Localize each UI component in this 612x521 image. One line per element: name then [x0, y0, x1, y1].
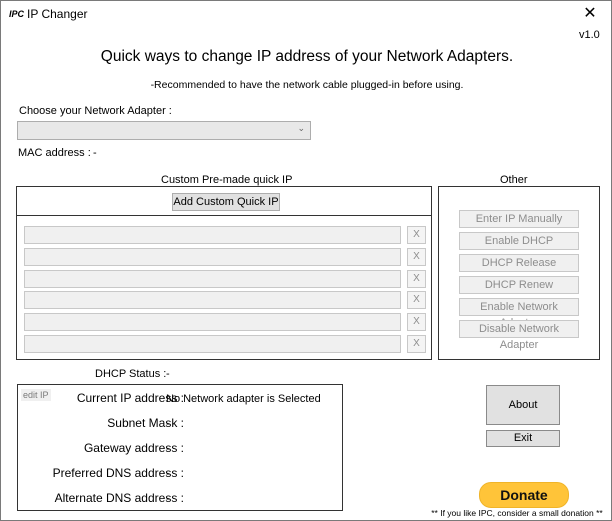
about-button[interactable]: About [486, 385, 560, 425]
quick-ip-slot-6[interactable] [24, 335, 401, 353]
exit-button[interactable]: Exit [486, 430, 560, 447]
disable-network-adapter-button[interactable]: Disable Network Adapter [459, 320, 579, 351]
dhcp-status-label: DHCP Status : [95, 368, 167, 380]
adapter-label: Choose your Network Adapter : [19, 105, 172, 117]
app-logo: IPC [9, 9, 25, 19]
subnet-mask-value: - [166, 418, 170, 430]
subnet-mask-label: Subnet Mask : [107, 416, 184, 430]
preferred-dns-label: Preferred DNS address : [52, 466, 184, 480]
remove-quick-ip-2-button[interactable]: X [407, 248, 426, 266]
remove-quick-ip-3-button[interactable]: X [407, 270, 426, 288]
alternate-dns-label: Alternate DNS address : [54, 491, 184, 505]
version-label: v1.0 [579, 29, 600, 41]
enable-network-adapter-button[interactable]: Enable Network Adapter [459, 298, 579, 329]
window-title: IP Changer [27, 7, 88, 21]
preferred-dns-value: - [166, 468, 170, 480]
remove-quick-ip-1-button[interactable]: X [407, 226, 426, 244]
page-heading: Quick ways to change IP address of your … [100, 48, 514, 65]
close-icon: ✕ [583, 5, 597, 22]
page-subheading: -Recommended to have the network cable p… [150, 79, 464, 91]
chevron-down-icon: ⌄ [297, 123, 305, 133]
quick-ip-list: X X X X X X [16, 215, 432, 360]
donate-note: ** If you like IPC, consider a small don… [431, 508, 603, 518]
dhcp-status-value: - [166, 368, 170, 380]
current-ip-value: No Network adapter is Selected [166, 393, 321, 405]
dhcp-release-button[interactable]: DHCP Release [459, 254, 579, 272]
other-group: Enter IP Manually Enable DHCP DHCP Relea… [438, 186, 600, 360]
close-button[interactable]: ✕ [575, 3, 605, 25]
add-custom-quick-ip-button[interactable]: Add Custom Quick IP [172, 193, 280, 211]
other-title: Other [500, 174, 528, 186]
quick-ip-header: Add Custom Quick IP [16, 186, 432, 217]
gateway-value: - [166, 443, 170, 455]
quick-ip-title: Custom Pre-made quick IP [161, 174, 293, 186]
edit-ip-button[interactable]: edit IP [21, 389, 51, 401]
quick-ip-slot-2[interactable] [24, 248, 401, 266]
remove-quick-ip-5-button[interactable]: X [407, 313, 426, 331]
quick-ip-slot-1[interactable] [24, 226, 401, 244]
remove-quick-ip-6-button[interactable]: X [407, 335, 426, 353]
mac-address-label: MAC address : [18, 147, 91, 159]
network-adapter-select[interactable]: ⌄ [17, 121, 311, 140]
enable-dhcp-button[interactable]: Enable DHCP [459, 232, 579, 250]
ip-info-panel: edit IP Current IP address : No Network … [17, 384, 343, 511]
quick-ip-slot-5[interactable] [24, 313, 401, 331]
alternate-dns-value: - [166, 493, 170, 505]
remove-quick-ip-4-button[interactable]: X [407, 291, 426, 309]
mac-address-value: - [93, 147, 97, 159]
quick-ip-slot-3[interactable] [24, 270, 401, 288]
quick-ip-slot-4[interactable] [24, 291, 401, 309]
donate-button[interactable]: Donate [479, 482, 569, 508]
ip-changer-window: IPC IP Changer ✕ v1.0 Quick ways to chan… [0, 0, 612, 521]
dhcp-renew-button[interactable]: DHCP Renew [459, 276, 579, 294]
enter-ip-manually-button[interactable]: Enter IP Manually [459, 210, 579, 228]
